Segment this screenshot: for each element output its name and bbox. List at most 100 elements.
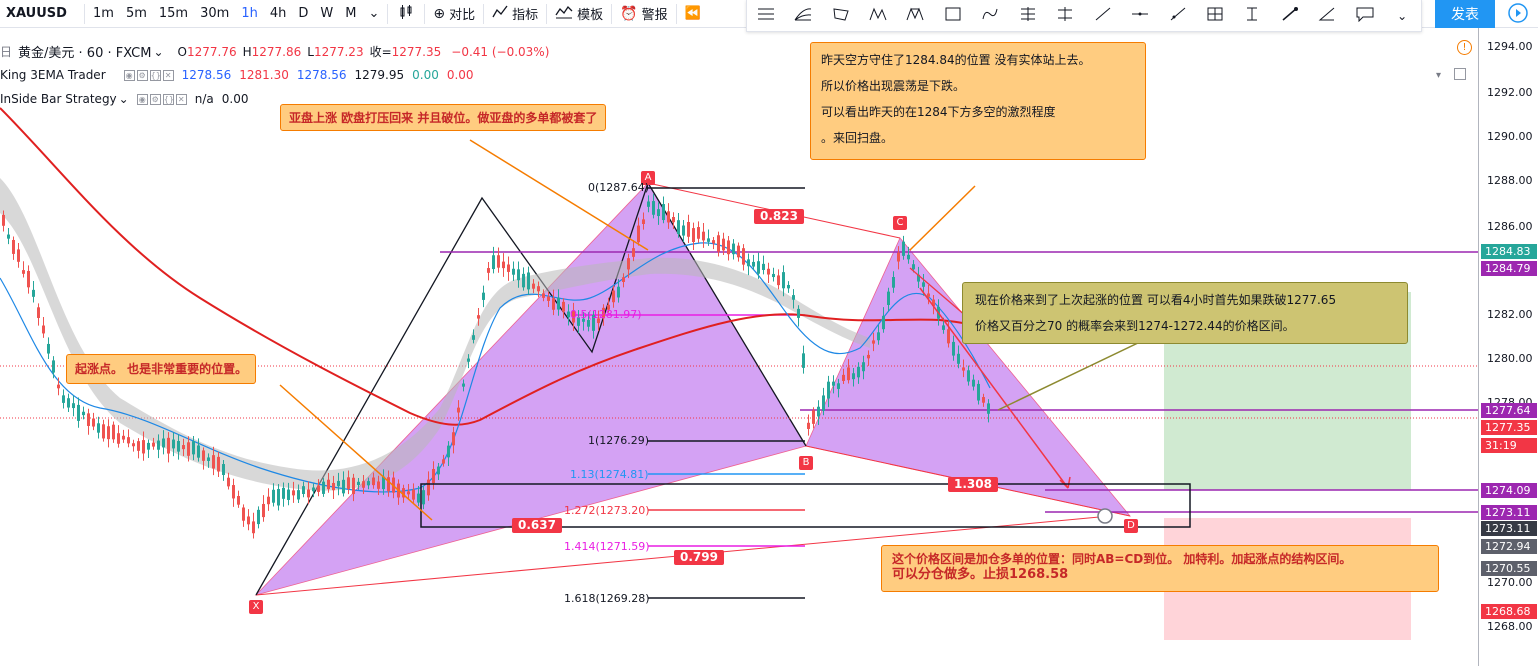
candle-body [27, 270, 30, 288]
drawing-tools-bar: ⌄ [746, 0, 1422, 32]
indicator-2-name[interactable]: InSide Bar Strategy [0, 92, 117, 106]
chevron-down-icon[interactable]: ⌄ [362, 0, 385, 28]
interval-W[interactable]: W [314, 0, 339, 28]
publish-button[interactable]: 发表 [1435, 0, 1495, 28]
maximize-icon[interactable] [1454, 68, 1466, 80]
brush-tool[interactable] [1278, 4, 1302, 28]
warning-icon[interactable]: ! [1457, 40, 1472, 55]
note-yesterday[interactable]: 昨天空方守住了1284.84的位置 没有实体站上去。 所以价格出现震荡是下跌。 … [810, 42, 1146, 160]
note-current-line-2: 价格又百分之70 的概率会来到1274-1272.44的价格区间。 [975, 319, 1295, 333]
gear-icon[interactable]: ⚙ [136, 69, 148, 81]
price-axis[interactable]: 1294.00 1292.00 1290.00 1288.00 1286.00 1282.… [1478, 28, 1538, 666]
alert-label: 警报 [641, 8, 668, 23]
eye-icon[interactable]: ◉ [123, 69, 135, 81]
indicators-button[interactable]: 指标 [486, 0, 544, 28]
trend-line-tool[interactable] [1091, 4, 1115, 28]
candle-body [437, 466, 440, 475]
interval-D[interactable]: D [292, 0, 314, 28]
pattern-tool[interactable] [903, 4, 927, 28]
templates-button[interactable]: 模板 [549, 0, 609, 28]
crosshair-frame-tool[interactable] [1203, 4, 1227, 28]
short-position-icon [1055, 6, 1075, 25]
note-start-point[interactable]: 起涨点。 也是非常重要的位置。 [66, 354, 257, 384]
price-tick: 1280.00 [1487, 352, 1533, 365]
path-tool[interactable] [978, 4, 1002, 28]
close-icon[interactable]: ✕ [175, 93, 187, 105]
alert-button[interactable]: ⏰ 警报 [614, 0, 673, 28]
note-entry-zone[interactable]: 这个价格区间是加仓多单的位置：同时AB=CD到位。 加特利。加起涨点的结构区间。… [881, 545, 1439, 592]
chevron-down-icon: ⌄ [1397, 8, 1408, 23]
chart-type-button[interactable] [390, 0, 422, 28]
compare-button[interactable]: ⊕ 对比 [427, 0, 481, 28]
short-position-tool[interactable] [1053, 4, 1077, 28]
braces-icon[interactable]: {} [149, 69, 161, 81]
candle-body [922, 282, 925, 287]
callout-tool[interactable] [1353, 4, 1377, 28]
long-position-tool[interactable] [1016, 4, 1040, 28]
candle-body [717, 235, 720, 252]
indicator-1-value: 1281.30 [239, 68, 289, 82]
polygon-tool[interactable] [829, 4, 853, 28]
candle-body [427, 479, 430, 496]
point-x-label: X [249, 600, 263, 614]
more-tools[interactable]: ⌄ [1390, 4, 1414, 28]
close-icon[interactable]: ✕ [162, 69, 174, 81]
toolbar-divider [611, 3, 613, 24]
indicator-1-name[interactable]: King 3EMA Trader [0, 68, 106, 82]
interval-1h[interactable]: 1h [235, 0, 264, 28]
candle-body [557, 297, 560, 310]
braces-icon[interactable]: {} [162, 93, 174, 105]
angle-tool[interactable] [1315, 4, 1339, 28]
horizontal-line-tool[interactable] [1128, 4, 1152, 28]
d-point-handle[interactable] [1097, 508, 1113, 524]
price-range-tool[interactable] [1240, 4, 1264, 28]
chevron-down-icon[interactable]: ⌄ [153, 45, 163, 59]
candle-body [302, 486, 305, 494]
candle-body [752, 261, 755, 267]
candle-body [417, 493, 420, 503]
eye-icon[interactable]: ◉ [136, 93, 148, 105]
candle-body [642, 219, 645, 224]
rectangle-tool[interactable] [941, 4, 965, 28]
candle-body [807, 422, 810, 429]
interval-4h[interactable]: 4h [264, 0, 293, 28]
candle-body [517, 269, 520, 281]
ratio-xd: 0.799 [674, 550, 724, 565]
replay-button[interactable]: ⏪ [679, 0, 707, 28]
interval-1m[interactable]: 1m [87, 0, 120, 28]
fullscreen-button[interactable] [1497, 0, 1538, 28]
candle-body [292, 490, 295, 496]
interval-M[interactable]: M [339, 0, 362, 28]
candle-body [187, 442, 190, 456]
xabcd-tool[interactable] [866, 4, 890, 28]
candle-body [47, 343, 50, 354]
pitchfork-tool[interactable] [754, 4, 778, 28]
point-b-label: B [799, 456, 813, 470]
note-asia-session[interactable]: 亚盘上涨 欧盘打压回来 并且破位。做亚盘的多单都被套了 [280, 104, 607, 131]
chevron-down-icon[interactable]: ⌄ [119, 92, 129, 106]
candle-body [757, 261, 760, 274]
candle-body [527, 272, 530, 290]
parallel-lines-icon [756, 6, 776, 25]
fib-fan-tool[interactable] [791, 4, 815, 28]
collapse-icon[interactable]: ▾ [1436, 70, 1441, 81]
candle-body [117, 433, 120, 444]
interval-15m[interactable]: 15m [153, 0, 194, 28]
toolbar-divider [84, 3, 85, 24]
note-current-price[interactable]: 现在价格来到了上次起涨的位置 可以看4小时首先如果跌破1277.65 价格又百分… [962, 282, 1408, 344]
brush-icon [1280, 6, 1300, 25]
interval-30m[interactable]: 30m [194, 0, 235, 28]
candle-body [217, 456, 220, 472]
price-tick: 1294.00 [1487, 40, 1533, 53]
interval-5m[interactable]: 5m [120, 0, 153, 28]
legend-title[interactable]: 黄金/美元 · 60 · FXCM [18, 42, 151, 61]
indicator-1-value: 1279.95 [354, 68, 405, 82]
symbol-search[interactable]: XAUUSD [0, 0, 82, 28]
price-badge: 1272.94 [1481, 539, 1537, 554]
candle-body [987, 403, 990, 414]
candle-body [132, 443, 135, 447]
note-entry-line-2: 可以分仓做多。止损1268.58 [892, 567, 1069, 582]
ray-tool[interactable] [1166, 4, 1190, 28]
gear-icon[interactable]: ⚙ [149, 93, 161, 105]
candle-body [617, 286, 620, 298]
